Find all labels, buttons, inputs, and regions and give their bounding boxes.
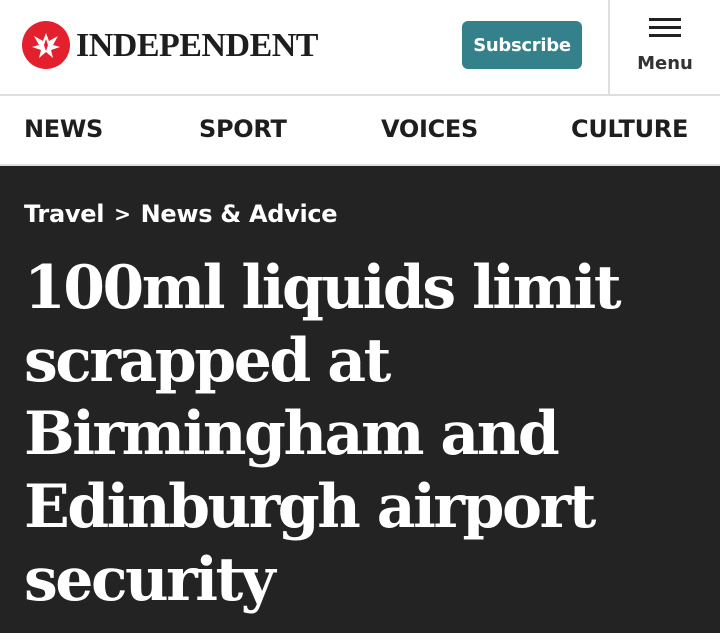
breadcrumb-section-link[interactable]: Travel bbox=[24, 199, 104, 229]
site-header: INDEPENDENT Subscribe Menu bbox=[0, 0, 720, 96]
hamburger-icon bbox=[649, 18, 681, 38]
breadcrumb-subsection-link[interactable]: News & Advice bbox=[141, 199, 338, 229]
nav-item-news[interactable]: NEWS bbox=[24, 114, 103, 144]
breadcrumb: Travel > News & Advice bbox=[24, 199, 338, 229]
menu-button[interactable]: Menu bbox=[610, 0, 720, 96]
subscribe-button[interactable]: Subscribe bbox=[462, 21, 582, 69]
breadcrumb-separator: > bbox=[114, 202, 131, 226]
nav-item-culture[interactable]: CULTURE bbox=[571, 114, 688, 144]
menu-label: Menu bbox=[637, 53, 693, 74]
nav-item-sport[interactable]: SPORT bbox=[199, 114, 287, 144]
section-nav: NEWS SPORT VOICES CULTURE bbox=[0, 96, 720, 166]
eagle-icon bbox=[22, 21, 70, 69]
article-headline: 100ml liquids limit scrapped at Birmingh… bbox=[24, 253, 622, 615]
nav-item-voices[interactable]: VOICES bbox=[381, 114, 478, 144]
logo-wordmark: INDEPENDENT bbox=[76, 27, 318, 64]
article-hero: Travel > News & Advice 100ml liquids lim… bbox=[0, 166, 720, 633]
site-logo[interactable]: INDEPENDENT bbox=[22, 21, 318, 69]
